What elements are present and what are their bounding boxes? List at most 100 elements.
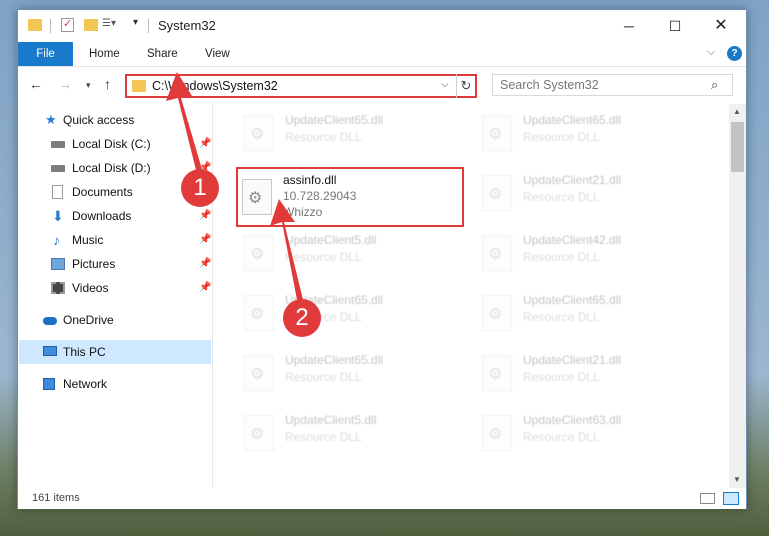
properties-icon[interactable] [61, 17, 74, 32]
divider [148, 19, 149, 33]
expand-ribbon-chevron-icon[interactable]: ⌵ [707, 46, 715, 59]
sidebar-item-downloads[interactable]: ⬇ Downloads 📌 [18, 204, 212, 228]
quick-access-toolbar-dropdown-icon[interactable]: ☰▾ [102, 18, 116, 29]
onedrive-icon [43, 317, 57, 325]
file-description: Resource DLL [523, 430, 600, 444]
file-description: Resource DLL [523, 190, 600, 204]
documents-icon [52, 185, 63, 199]
scroll-down-arrow-icon[interactable]: ▼ [733, 475, 741, 484]
sidebar-item-label: Downloads [72, 209, 132, 223]
dll-file-icon [482, 235, 512, 271]
tab-view[interactable]: View [195, 42, 240, 66]
divider [50, 19, 51, 33]
up-arrow-icon[interactable]: ↑ [104, 76, 111, 92]
recent-locations-chevron-icon[interactable]: ▾ [86, 80, 91, 91]
list-item[interactable]: UpdateClient42.dll Resource DLL [476, 229, 708, 279]
list-item[interactable]: UpdateClient65.dll Resource DLL [238, 349, 470, 399]
address-history-chevron-icon[interactable]: ⌵ [441, 79, 449, 90]
minimize-button[interactable]: ─ [606, 10, 652, 42]
customize-toolbar-chevron-icon[interactable]: ▾ [133, 17, 138, 28]
navigation-pane: ★ Quick access Local Disk (C:) 📌 Local D… [18, 104, 214, 488]
file-list: UpdateClient65.dll Resource DLL assinfo.… [214, 104, 729, 488]
back-arrow-icon[interactable]: ← [29, 76, 43, 92]
list-item[interactable]: UpdateClient21.dll Resource DLL [476, 349, 708, 399]
large-icons-view-icon[interactable] [723, 492, 739, 505]
search-icon[interactable]: ⌕ [711, 77, 718, 93]
scroll-up-arrow-icon[interactable]: ▲ [733, 107, 741, 116]
close-button[interactable]: ✕ [698, 10, 744, 42]
sidebar-item-local-disk-c[interactable]: Local Disk (C:) 📌 [18, 132, 212, 156]
status-bar: 161 items [18, 488, 746, 509]
tab-share[interactable]: Share [137, 42, 188, 66]
file-company: Whizzo [283, 205, 323, 219]
file-name: UpdateClient42.dll [523, 233, 622, 247]
folder-icon[interactable] [28, 19, 42, 31]
file-description: Resource DLL [523, 370, 600, 384]
sidebar-item-this-pc[interactable]: This PC [19, 340, 211, 364]
sidebar-item-label: OneDrive [63, 313, 114, 327]
file-description: Resource DLL [523, 130, 600, 144]
network-icon [43, 378, 55, 390]
sidebar-item-network[interactable]: Network [18, 372, 212, 396]
dll-file-icon [242, 179, 272, 215]
pin-icon[interactable]: 📌 [199, 228, 211, 252]
list-item[interactable]: UpdateClient65.dll Resource DLL [238, 289, 470, 339]
maximize-button[interactable]: ☐ [652, 10, 698, 42]
list-item[interactable]: UpdateClient63.dll Resource DLL [476, 409, 708, 459]
search-input[interactable]: Search System32 ⌕ [492, 74, 733, 96]
dll-file-icon [482, 355, 512, 391]
sidebar-item-label: Music [72, 233, 104, 247]
sidebar-item-pictures[interactable]: Pictures 📌 [18, 252, 212, 276]
list-item[interactable]: UpdateClient65.dll Resource DLL [476, 109, 708, 159]
file-description: Resource DLL [523, 310, 600, 324]
videos-icon [51, 282, 65, 294]
sidebar-item-music[interactable]: ♪ Music 📌 [18, 228, 212, 252]
help-icon[interactable]: ? [727, 46, 742, 61]
sidebar-item-onedrive[interactable]: OneDrive [18, 308, 212, 332]
pin-icon[interactable]: 📌 [199, 204, 211, 228]
this-pc-icon [43, 346, 57, 356]
list-item[interactable]: UpdateClient5.dll Resource DLL [238, 229, 470, 279]
search-placeholder: Search System32 [500, 78, 599, 92]
dll-file-icon [482, 115, 512, 151]
address-path[interactable]: C:\Windows\System32 [152, 79, 278, 93]
details-view-icon[interactable] [700, 493, 715, 504]
sidebar-item-label: Documents [72, 185, 133, 199]
pin-icon[interactable]: 📌 [199, 132, 211, 156]
star-icon: ★ [45, 112, 57, 127]
list-item[interactable]: UpdateClient21.dll Resource DLL [476, 169, 708, 219]
file-description: Resource DLL [523, 250, 600, 264]
tab-file[interactable]: File [18, 42, 73, 66]
sidebar-item-label: Quick access [63, 113, 135, 127]
file-name: UpdateClient65.dll [285, 113, 384, 127]
tab-home[interactable]: Home [79, 42, 130, 66]
list-item-assinfo[interactable]: assinfo.dll 10.728.29043 Whizzo [236, 167, 464, 227]
file-name: UpdateClient21.dll [523, 353, 622, 367]
sidebar-item-label: This PC [63, 345, 106, 359]
list-item[interactable]: UpdateClient65.dll Resource DLL [476, 289, 708, 339]
refresh-icon[interactable]: ↻ [456, 74, 475, 98]
file-description: Resource DLL [285, 130, 362, 144]
file-name: UpdateClient65.dll [523, 293, 622, 307]
file-version: 10.728.29043 [283, 189, 357, 203]
file-description: Resource DLL [285, 370, 362, 384]
forward-arrow-icon[interactable]: → [58, 76, 72, 92]
sidebar-item-label: Videos [72, 281, 109, 295]
dll-file-icon [244, 235, 274, 271]
disk-icon [51, 165, 65, 172]
sidebar-item-quick-access[interactable]: ★ Quick access [18, 108, 212, 132]
pin-icon[interactable]: 📌 [199, 276, 211, 300]
pictures-icon [51, 258, 65, 270]
new-folder-icon[interactable] [84, 19, 98, 31]
list-item[interactable]: UpdateClient5.dll Resource DLL [238, 409, 470, 459]
vertical-scrollbar[interactable]: ▲ ▼ [729, 104, 746, 488]
address-bar[interactable]: C:\Windows\System32 ⌵ ↻ [125, 74, 477, 98]
list-item[interactable]: UpdateClient65.dll Resource DLL [238, 109, 470, 159]
sidebar-item-local-disk-d[interactable]: Local Disk (D:) 📌 [18, 156, 212, 180]
file-name: UpdateClient65.dll [523, 113, 622, 127]
sidebar-item-label: Pictures [72, 257, 116, 271]
sidebar-item-videos[interactable]: Videos 📌 [18, 276, 212, 300]
pin-icon[interactable]: 📌 [199, 252, 211, 276]
scrollbar-thumb[interactable] [731, 122, 744, 172]
pane-divider[interactable] [212, 104, 213, 488]
